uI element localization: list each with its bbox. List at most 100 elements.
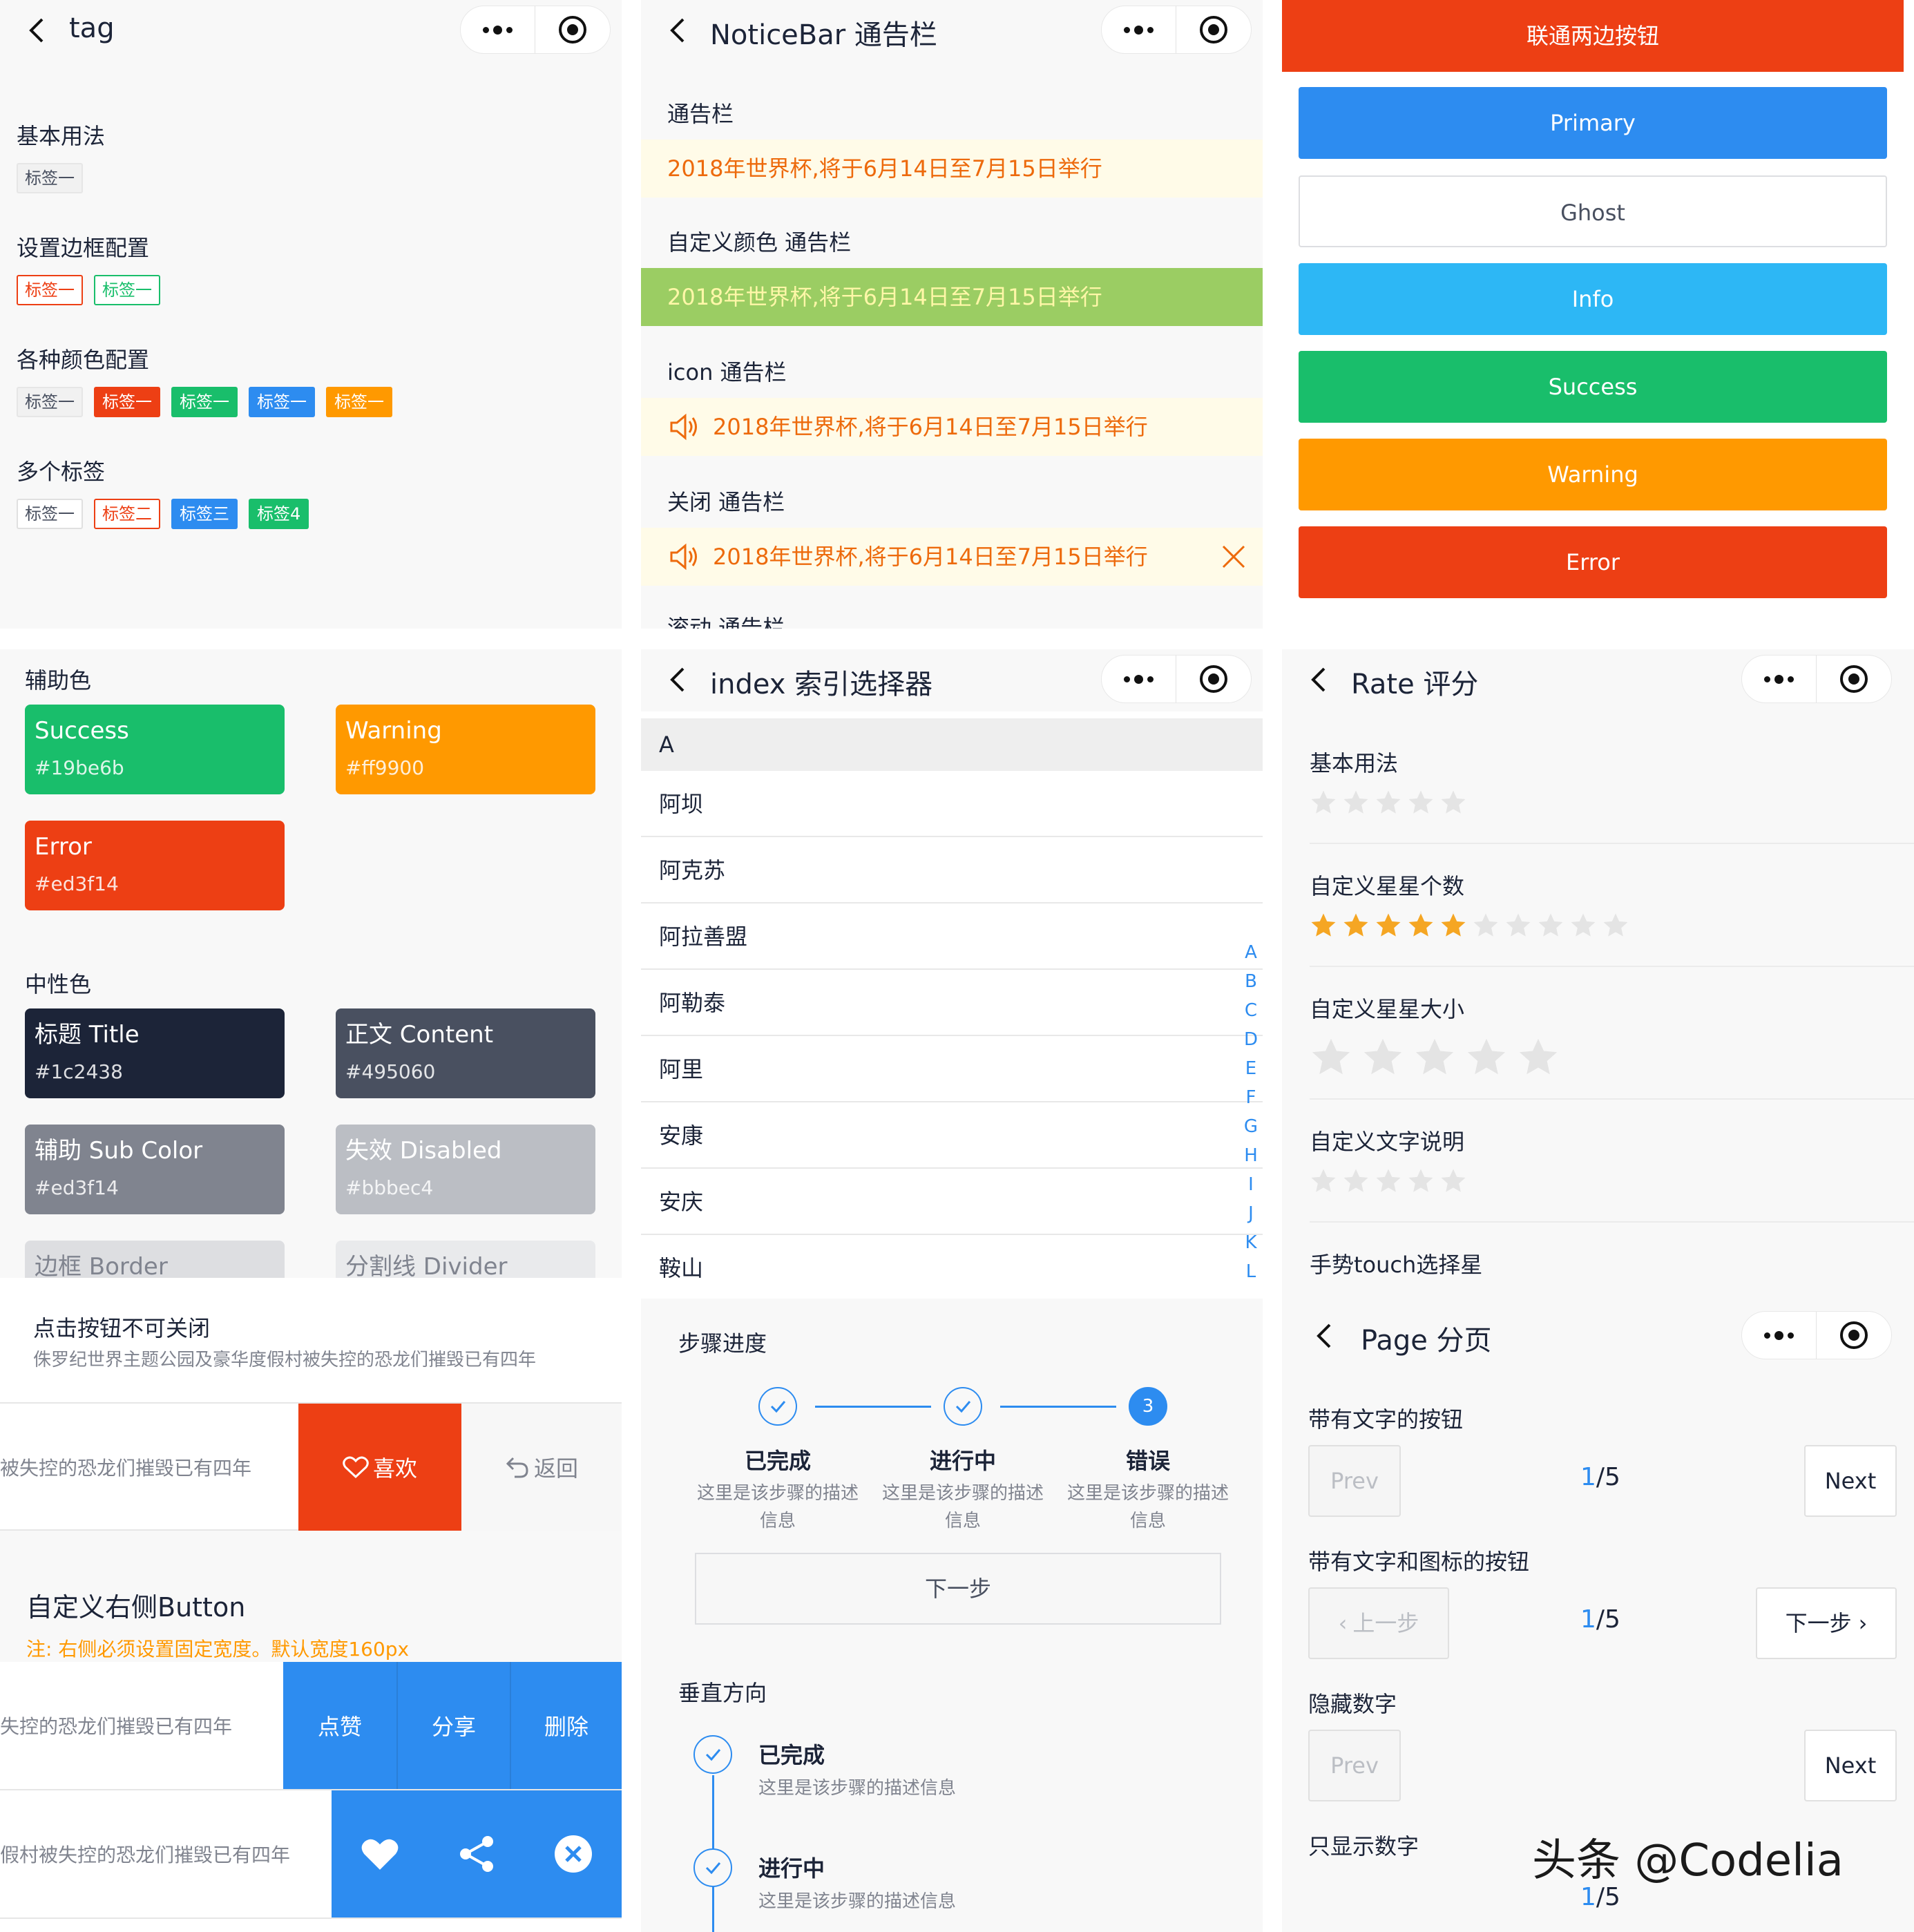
close-target-icon[interactable] bbox=[1817, 1312, 1891, 1359]
list-item[interactable]: 阿拉善盟 bbox=[641, 903, 1263, 970]
back-icon[interactable] bbox=[1304, 664, 1334, 695]
next-button[interactable]: Next bbox=[1804, 1730, 1897, 1801]
prev-step-button[interactable]: ‹ 上一步 bbox=[1308, 1587, 1449, 1659]
menu-capsule[interactable] bbox=[1101, 655, 1252, 703]
close-target-icon[interactable] bbox=[1176, 656, 1251, 702]
list-item[interactable]: 鞍山 bbox=[641, 1235, 1263, 1278]
index-letter[interactable]: B bbox=[1241, 971, 1261, 992]
swatch-name: Success bbox=[35, 717, 129, 745]
list-item[interactable]: 安庆 bbox=[641, 1169, 1263, 1235]
back-icon[interactable] bbox=[1310, 1321, 1340, 1351]
index-letter[interactable]: L bbox=[1241, 1261, 1261, 1278]
prev-button[interactable]: Prev bbox=[1308, 1445, 1401, 1517]
close-target-icon[interactable] bbox=[1176, 6, 1251, 53]
star-empty-icon[interactable] bbox=[1375, 1167, 1402, 1198]
index-letter[interactable]: D bbox=[1241, 1029, 1261, 1050]
like-button[interactable]: 喜欢 bbox=[298, 1404, 461, 1531]
star-filled-icon[interactable] bbox=[1439, 912, 1467, 942]
back-icon[interactable] bbox=[663, 664, 693, 695]
index-letter[interactable]: C bbox=[1241, 1000, 1261, 1021]
menu-capsule[interactable] bbox=[1741, 655, 1892, 703]
star-empty-icon[interactable] bbox=[1504, 912, 1532, 942]
star-empty-icon[interactable] bbox=[1537, 912, 1564, 942]
section-title: 手势touch选择星 bbox=[1310, 1252, 1483, 1278]
star-empty-icon[interactable] bbox=[1310, 789, 1337, 819]
swipe-row[interactable]: 被失控的恐龙们摧毁已有四年 喜欢 返回 bbox=[0, 1402, 622, 1531]
star-empty-icon[interactable] bbox=[1342, 789, 1370, 819]
list-item[interactable]: 安康 bbox=[641, 1102, 1263, 1169]
menu-capsule[interactable] bbox=[1741, 1311, 1892, 1359]
menu-capsule[interactable] bbox=[1101, 6, 1252, 54]
star-empty-icon[interactable] bbox=[1439, 1167, 1467, 1198]
close-target-icon[interactable] bbox=[535, 6, 610, 53]
tag-basic: 标签一 bbox=[17, 163, 83, 193]
delete-action-button[interactable]: 删除 bbox=[510, 1662, 622, 1789]
error-button[interactable]: Error bbox=[1299, 526, 1887, 598]
star-empty-icon[interactable] bbox=[1361, 1036, 1404, 1082]
star-filled-icon[interactable] bbox=[1375, 912, 1402, 942]
star-empty-icon[interactable] bbox=[1602, 912, 1629, 942]
info-button[interactable]: Info bbox=[1299, 263, 1887, 335]
share-action-button[interactable]: 分享 bbox=[396, 1662, 510, 1789]
ghost-button[interactable]: Ghost bbox=[1299, 175, 1887, 247]
step-desc: 这里是该步骤的描述信息 bbox=[881, 1483, 1044, 1531]
list-item[interactable]: 阿克苏 bbox=[641, 837, 1263, 903]
index-letter[interactable]: H bbox=[1241, 1145, 1261, 1166]
step-desc: 这里是该步骤的描述信息 bbox=[696, 1483, 859, 1531]
close-icon-button[interactable] bbox=[525, 1790, 622, 1917]
star-filled-icon[interactable] bbox=[1342, 912, 1370, 942]
more-icon[interactable] bbox=[1742, 656, 1817, 702]
index-letter[interactable]: I bbox=[1241, 1174, 1261, 1195]
star-empty-icon[interactable] bbox=[1517, 1036, 1560, 1082]
back-icon[interactable] bbox=[22, 15, 52, 46]
star-empty-icon[interactable] bbox=[1465, 1036, 1508, 1082]
section-title: 各种颜色配置 bbox=[17, 347, 150, 373]
star-empty-icon[interactable] bbox=[1413, 1036, 1456, 1082]
speaker-icon bbox=[670, 413, 697, 441]
back-button[interactable]: 返回 bbox=[461, 1404, 622, 1531]
star-empty-icon[interactable] bbox=[1310, 1036, 1352, 1082]
warning-button[interactable]: Warning bbox=[1299, 439, 1887, 510]
more-icon[interactable] bbox=[1102, 656, 1176, 702]
star-filled-icon[interactable] bbox=[1407, 912, 1435, 942]
list-item[interactable]: 阿坝 bbox=[641, 771, 1263, 837]
star-empty-icon[interactable] bbox=[1342, 1167, 1370, 1198]
index-letter[interactable]: J bbox=[1241, 1203, 1261, 1224]
like-action-button[interactable]: 点赞 bbox=[283, 1662, 396, 1789]
heart-action-button[interactable] bbox=[332, 1790, 428, 1917]
more-icon[interactable] bbox=[1102, 6, 1176, 53]
success-button[interactable]: Success bbox=[1299, 351, 1887, 423]
next-step-button[interactable]: 下一步 › bbox=[1756, 1587, 1897, 1659]
star-empty-icon[interactable] bbox=[1407, 1167, 1435, 1198]
close-target-icon[interactable] bbox=[1817, 656, 1891, 702]
next-step-button[interactable]: 下一步 bbox=[695, 1553, 1221, 1625]
star-empty-icon[interactable] bbox=[1472, 912, 1500, 942]
list-item[interactable]: 阿里 bbox=[641, 1036, 1263, 1102]
connected-button[interactable]: 联通两边按钮 bbox=[1282, 0, 1904, 72]
share-icon-button[interactable] bbox=[428, 1790, 525, 1917]
star-filled-icon[interactable] bbox=[1310, 912, 1337, 942]
primary-button[interactable]: Primary bbox=[1299, 87, 1887, 159]
star-empty-icon[interactable] bbox=[1407, 789, 1435, 819]
list-item[interactable]: 阿勒泰 bbox=[641, 970, 1263, 1036]
swipe-row[interactable]: 假村被失控的恐龙们摧毁已有四年 bbox=[0, 1790, 622, 1919]
next-button[interactable]: Next bbox=[1804, 1445, 1897, 1517]
tag-default: 标签一 bbox=[17, 387, 83, 417]
prev-button[interactable]: Prev bbox=[1308, 1730, 1401, 1801]
star-empty-icon[interactable] bbox=[1310, 1167, 1337, 1198]
swipe-row[interactable]: 失控的恐龙们摧毁已有四年 点赞 分享 删除 bbox=[0, 1662, 622, 1790]
more-icon[interactable] bbox=[1742, 1312, 1817, 1359]
star-empty-icon[interactable] bbox=[1439, 789, 1467, 819]
index-letter[interactable]: E bbox=[1241, 1058, 1261, 1079]
index-letter[interactable]: K bbox=[1241, 1232, 1261, 1253]
star-empty-icon[interactable] bbox=[1569, 912, 1597, 942]
star-empty-icon[interactable] bbox=[1375, 789, 1402, 819]
swatch-code: #19be6b bbox=[35, 756, 124, 779]
close-icon[interactable] bbox=[1221, 544, 1246, 569]
index-letter[interactable]: G bbox=[1241, 1116, 1261, 1137]
more-icon[interactable] bbox=[461, 6, 535, 53]
index-letter[interactable]: A bbox=[1241, 942, 1261, 963]
index-letter[interactable]: F bbox=[1241, 1087, 1261, 1108]
menu-capsule[interactable] bbox=[460, 6, 611, 54]
back-icon[interactable] bbox=[663, 15, 693, 46]
